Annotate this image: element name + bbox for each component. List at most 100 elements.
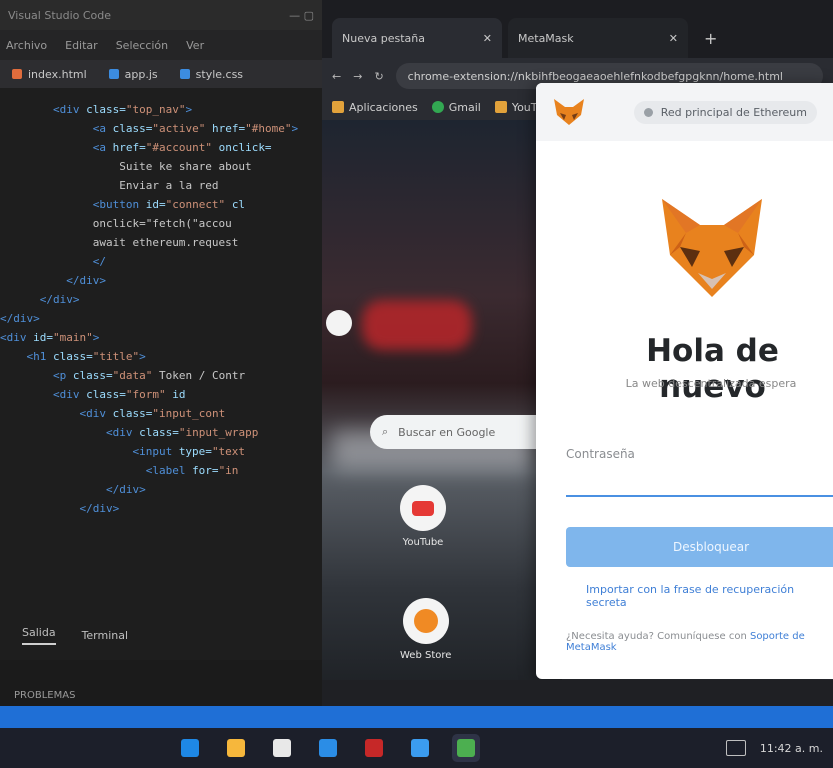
editor-menubar: Archivo Editar Selección Ver [0, 30, 322, 60]
forward-icon[interactable]: → [353, 70, 362, 83]
code-token: "#home" [245, 122, 292, 135]
code-token: "active" [152, 122, 212, 135]
network-selector[interactable]: Red principal de Ethereum [633, 100, 817, 124]
menu-item-ver[interactable]: Ver [186, 39, 204, 52]
code-token: id= [33, 331, 53, 344]
editor-tab-label: app.js [124, 67, 158, 81]
code-token: </div> [0, 312, 40, 325]
camera-icon[interactable] [326, 310, 352, 336]
bookmark-label: Gmail [448, 100, 481, 114]
code-token: <p [52, 369, 73, 382]
code-line: <div id="main"> [0, 328, 322, 347]
menu-item-seleccion[interactable]: Selección [116, 39, 168, 52]
panel-area: PROBLEMAS [0, 660, 322, 706]
bookmark-label: Aplicaciones [349, 100, 418, 114]
editor-tab-index[interactable]: index.html [6, 65, 93, 84]
code-token: "input_cont [152, 407, 226, 420]
code-token: onclick= [218, 141, 272, 154]
bookmark-gmail[interactable]: Gmail [431, 100, 481, 114]
code-line: <a class="active" href="#home"> [0, 119, 322, 138]
menu-item-editar[interactable]: Editar [65, 39, 98, 52]
code-token: class= [112, 122, 153, 135]
taskbar-apps [176, 728, 480, 768]
code-line: <div class="input_cont [0, 404, 322, 423]
app-glyph-icon [319, 739, 337, 757]
code-token: > [185, 103, 193, 116]
window-controls[interactable]: — ▢ [289, 9, 314, 22]
new-tab-background: ⌕ Buscar en Google YouTube Web Store [322, 120, 594, 706]
code-line: <label for="in [0, 461, 322, 480]
taskbar-app-icon[interactable] [406, 734, 434, 762]
help-text: ¿Necesita ayuda? Comuníquese con Soporte… [566, 631, 833, 653]
code-token: <a [92, 141, 113, 154]
code-area[interactable]: <div class="top_nav"> <a class="active" … [0, 100, 322, 620]
code-line: </div> [0, 480, 322, 499]
code-line: <div class="top_nav"> [0, 100, 322, 119]
code-token: class= [139, 426, 179, 439]
code-token: <div [52, 103, 87, 116]
desktop-wallpaper-strip [0, 706, 833, 728]
code-token: Token / Contr [158, 369, 246, 382]
css-file-icon [179, 69, 190, 79]
panel-tab-salida[interactable]: Salida [22, 626, 56, 645]
shortcut-youtube[interactable]: YouTube [400, 485, 446, 548]
new-tab-button[interactable]: + [694, 18, 727, 58]
bookmark-apps[interactable]: Aplicaciones [332, 101, 418, 114]
panel-tab-terminal[interactable]: Terminal [82, 629, 129, 642]
code-token: <div [0, 331, 34, 344]
code-line: </div> [0, 309, 322, 328]
editor-tab-app[interactable]: app.js [103, 65, 164, 84]
password-field[interactable] [566, 467, 833, 497]
tab-label: MetaMask [518, 31, 574, 45]
taskbar-app-icon[interactable] [222, 734, 250, 762]
code-line: </div> [0, 290, 322, 309]
taskbar-app-icon[interactable] [452, 734, 480, 762]
taskbar-app-icon[interactable] [314, 734, 342, 762]
shortcut-label: Web Store [400, 650, 452, 661]
code-token: "main" [53, 331, 93, 344]
search-icon: ⌕ [382, 425, 389, 438]
panel-label: PROBLEMAS [14, 690, 76, 701]
search-placeholder: Buscar en Google [398, 425, 496, 439]
code-token: await ethereum.request [92, 236, 239, 249]
code-token: </ [92, 255, 106, 268]
close-icon[interactable]: ✕ [483, 32, 492, 45]
browser-tab-metamask[interactable]: MetaMask ✕ [508, 18, 688, 58]
code-token: <div [105, 426, 140, 439]
restore-wallet-link[interactable]: Importar con la frase de recuperación se… [586, 583, 833, 609]
code-token: <h1 [26, 350, 53, 363]
code-token: <a [92, 122, 113, 135]
keyboard-icon[interactable] [725, 740, 746, 756]
code-token: </div> [79, 502, 120, 515]
code-line: onclick="fetch("accou [0, 214, 322, 233]
clock-time[interactable]: 11:42 a. m. [760, 742, 823, 755]
unlock-button[interactable]: Desbloquear [566, 527, 833, 567]
code-line: <input type="text [0, 442, 322, 461]
metamask-popup: Red principal de Ethereum Hola de nuevo … [536, 83, 833, 679]
js-file-icon [108, 69, 119, 79]
code-token: "top_nav" [125, 103, 186, 116]
editor-tab-style[interactable]: style.css [174, 65, 249, 84]
close-icon[interactable]: ✕ [669, 32, 678, 45]
reload-icon[interactable]: ↻ [374, 70, 383, 83]
back-icon[interactable]: ← [332, 70, 341, 83]
taskbar-app-icon[interactable] [268, 734, 296, 762]
editor-tab-label: index.html [28, 67, 87, 81]
menu-item-archivo[interactable]: Archivo [6, 39, 47, 52]
code-line: <p class="data" Token / Contr [0, 366, 322, 385]
code-token: "title" [92, 350, 140, 363]
code-token: "input_wrapp [178, 426, 259, 439]
code-token: class= [72, 369, 113, 382]
app-glyph-icon [273, 739, 291, 757]
browser-tab-newtab[interactable]: Nueva pestaña ✕ [332, 18, 502, 58]
taskbar-app-icon[interactable] [360, 734, 388, 762]
code-token: for= [192, 464, 219, 477]
network-status-icon [643, 107, 653, 117]
code-token: onclick="fetch("accou [92, 217, 232, 230]
taskbar: 11:42 a. m. [0, 728, 833, 768]
code-token: "#account" [145, 141, 219, 154]
youtube-icon [412, 500, 434, 516]
shortcut-webstore[interactable]: Web Store [400, 598, 451, 661]
editor-title: Visual Studio Code [8, 8, 112, 22]
taskbar-app-icon[interactable] [176, 734, 204, 762]
